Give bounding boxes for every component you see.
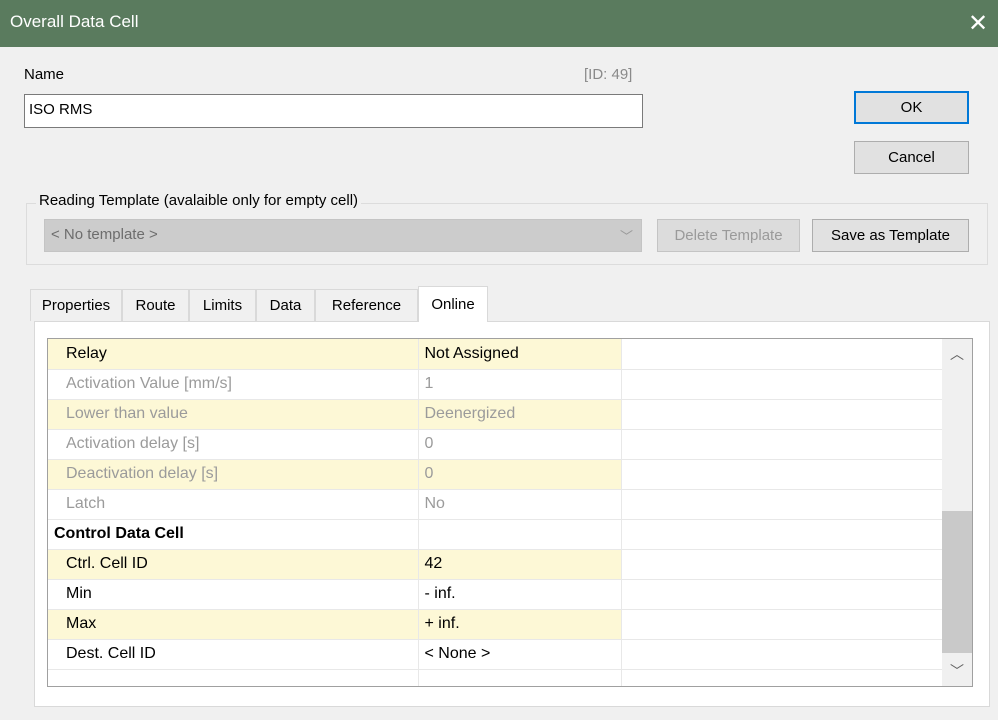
tab-route[interactable]: Route bbox=[122, 289, 189, 321]
property-name: Dest. Cell ID bbox=[48, 639, 419, 670]
empty-cell bbox=[621, 609, 943, 640]
table-row[interactable]: Activation Value [mm/s] 1 bbox=[48, 369, 943, 400]
empty-cell bbox=[621, 459, 943, 490]
table-row[interactable]: Max + inf. bbox=[48, 609, 943, 640]
empty-cell bbox=[48, 669, 419, 686]
empty-cell bbox=[418, 669, 622, 686]
property-name: Relay bbox=[48, 339, 419, 370]
property-name: Activation delay [s] bbox=[48, 429, 419, 460]
table-row[interactable]: Activation delay [s] 0 bbox=[48, 429, 943, 460]
property-value[interactable]: 0 bbox=[418, 459, 622, 490]
property-name: Max bbox=[48, 609, 419, 640]
tab-limits[interactable]: Limits bbox=[189, 289, 256, 321]
table-row[interactable]: Lower than value Deenergized bbox=[48, 399, 943, 430]
tab-data[interactable]: Data bbox=[256, 289, 315, 321]
table-row[interactable]: Latch No bbox=[48, 489, 943, 520]
chevron-down-icon: ﹀ bbox=[619, 229, 633, 244]
property-grid[interactable]: Relay Not Assigned Activation Value [mm/… bbox=[47, 338, 973, 687]
table-row[interactable]: Min - inf. bbox=[48, 579, 943, 610]
scroll-up-icon[interactable]: ︿ bbox=[942, 339, 972, 369]
title-bar: Overall Data Cell ✕ bbox=[0, 0, 998, 47]
category-value bbox=[418, 519, 622, 550]
property-value[interactable]: 0 bbox=[418, 429, 622, 460]
empty-cell bbox=[621, 399, 943, 430]
property-name: Deactivation delay [s] bbox=[48, 459, 419, 490]
property-value[interactable]: Not Assigned bbox=[418, 339, 622, 370]
close-icon[interactable]: ✕ bbox=[958, 0, 998, 47]
table-row[interactable]: Dest. Cell ID < None > bbox=[48, 639, 943, 670]
property-table: Relay Not Assigned Activation Value [mm/… bbox=[48, 339, 943, 686]
delete-template-button: Delete Template bbox=[657, 219, 800, 252]
template-select-value: < No template > bbox=[51, 226, 158, 243]
empty-cell bbox=[621, 669, 943, 686]
template-legend: Reading Template (avalaible only for emp… bbox=[36, 192, 362, 209]
empty-cell bbox=[621, 639, 943, 670]
category-name: Control Data Cell bbox=[48, 519, 419, 550]
empty-cell bbox=[621, 519, 943, 550]
property-value[interactable]: 1 bbox=[418, 369, 622, 400]
table-row[interactable]: Ctrl. Cell ID 42 bbox=[48, 549, 943, 580]
name-input[interactable]: ISO RMS bbox=[24, 94, 643, 128]
cancel-button[interactable]: Cancel bbox=[854, 141, 969, 174]
property-name: Min bbox=[48, 579, 419, 610]
property-name: Latch bbox=[48, 489, 419, 520]
table-row[interactable]: Relay Not Assigned bbox=[48, 339, 943, 370]
property-value[interactable]: 42 bbox=[418, 549, 622, 580]
tab-reference[interactable]: Reference bbox=[315, 289, 418, 321]
template-select: < No template > ﹀ bbox=[44, 219, 642, 252]
window-title: Overall Data Cell bbox=[10, 12, 139, 31]
scrollbar-thumb[interactable] bbox=[942, 511, 972, 653]
ok-button[interactable]: OK bbox=[854, 91, 969, 124]
id-label: [ID: 49] bbox=[584, 66, 633, 83]
property-value[interactable]: No bbox=[418, 489, 622, 520]
property-name: Lower than value bbox=[48, 399, 419, 430]
empty-cell bbox=[621, 339, 943, 370]
property-value[interactable]: - inf. bbox=[418, 579, 622, 610]
tab-online[interactable]: Online bbox=[418, 286, 488, 322]
table-row bbox=[48, 669, 943, 686]
property-name: Activation Value [mm/s] bbox=[48, 369, 419, 400]
tab-properties[interactable]: Properties bbox=[30, 289, 122, 321]
name-label: Name bbox=[24, 66, 65, 83]
empty-cell bbox=[621, 369, 943, 400]
empty-cell bbox=[621, 489, 943, 520]
property-value[interactable]: < None > bbox=[418, 639, 622, 670]
scroll-down-icon[interactable]: ﹀ bbox=[942, 656, 972, 686]
table-row[interactable]: Deactivation delay [s] 0 bbox=[48, 459, 943, 490]
vertical-scrollbar[interactable]: ︿ ﹀ bbox=[942, 339, 972, 686]
property-value[interactable]: + inf. bbox=[418, 609, 622, 640]
empty-cell bbox=[621, 579, 943, 610]
save-template-button[interactable]: Save as Template bbox=[812, 219, 969, 252]
property-name: Ctrl. Cell ID bbox=[48, 549, 419, 580]
property-value[interactable]: Deenergized bbox=[418, 399, 622, 430]
category-row[interactable]: Control Data Cell bbox=[48, 519, 943, 550]
empty-cell bbox=[621, 429, 943, 460]
empty-cell bbox=[621, 549, 943, 580]
